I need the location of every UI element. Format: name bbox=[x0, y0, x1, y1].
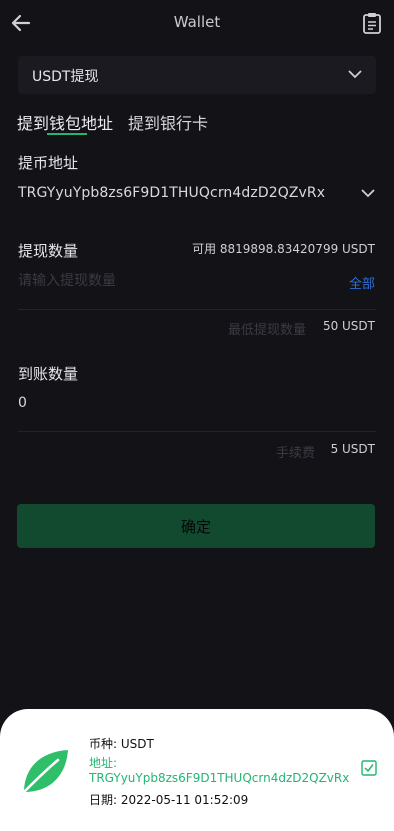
amount-input[interactable] bbox=[18, 268, 338, 294]
currency-select-value: USDT提现 bbox=[32, 69, 99, 85]
min-withdraw-value: 50 USDT bbox=[322, 319, 375, 333]
address-value[interactable]: TRGYyuYpb8zs6F9D1THUQcrn4dzD2QZvRx bbox=[18, 185, 325, 201]
received-label: 到账数量 bbox=[18, 365, 79, 383]
min-withdraw-label: 最低提现数量 bbox=[228, 323, 307, 338]
page-title: Wallet bbox=[173, 13, 221, 31]
address-label: 提币地址 bbox=[18, 154, 79, 172]
withdraw-all-link[interactable]: 全部 bbox=[349, 273, 375, 292]
amount-label: 提现数量 bbox=[18, 242, 79, 260]
toast-address-label: 地址: bbox=[89, 756, 118, 770]
available-balance: 可用 8819898.83420799 USDT bbox=[192, 242, 375, 256]
divider bbox=[18, 309, 376, 310]
records-clipboard-icon[interactable] bbox=[362, 12, 382, 34]
tab-wallet-address[interactable]: 提到钱包地址 bbox=[17, 110, 113, 134]
active-tab-indicator bbox=[47, 133, 87, 135]
fee-value: 5 USDT bbox=[330, 442, 375, 456]
address-chevron-down-icon[interactable] bbox=[361, 188, 375, 198]
tab-bank-card[interactable]: 提到银行卡 bbox=[128, 110, 208, 134]
fee-label: 手续费 bbox=[276, 446, 316, 461]
confirm-button[interactable]: 确定 bbox=[17, 504, 375, 548]
chevron-down-icon bbox=[348, 70, 362, 79]
divider bbox=[18, 431, 376, 432]
toast-address-value: TRGYyuYpb8zs6F9D1THUQcrn4dzD2QZvRx bbox=[89, 771, 350, 785]
header-bar: Wallet bbox=[0, 0, 394, 46]
toast-coin: 币种: USDT bbox=[89, 737, 154, 751]
toast-date: 日期: 2022-05-11 01:52:09 bbox=[89, 793, 249, 807]
leaf-icon bbox=[23, 750, 68, 793]
checkbox-check-icon[interactable] bbox=[361, 760, 377, 776]
received-value: 0 bbox=[18, 395, 27, 411]
currency-select[interactable]: USDT提现 bbox=[18, 56, 376, 94]
notification-toast: 币种: USDT 地址: TRGYyuYpb8zs6F9D1THUQcrn4dz… bbox=[0, 709, 394, 831]
